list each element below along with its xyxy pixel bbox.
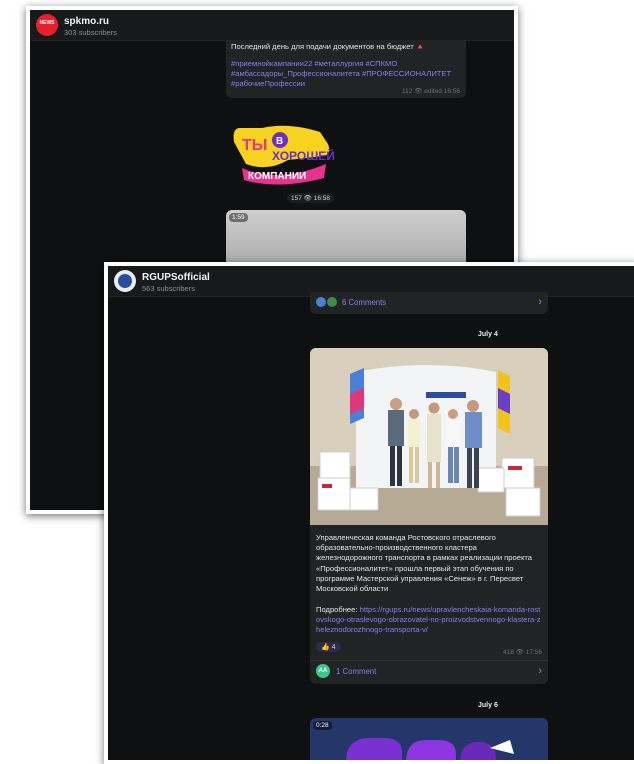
sticker-word-3: ХОРОШЕЙ: [272, 148, 335, 163]
date-separator: July 6: [478, 702, 498, 709]
reaction-count: 4: [331, 644, 336, 651]
telegram-window-rgups: RGUPSofficial 563 subscribers 6 Comments…: [104, 262, 634, 764]
sticker-word-4: КОМПАНИИ: [248, 171, 306, 182]
subscriber-count: 303 subscribers: [64, 28, 117, 37]
message-bubble[interactable]: Управленческая команда Ростовского отрас…: [310, 348, 548, 684]
sticker-word-1: ТЫ: [242, 137, 267, 154]
message-text: Последний день для подачи документов на …: [231, 42, 461, 52]
post-photo[interactable]: [310, 348, 548, 525]
message-meta: 418 👁 17:56: [503, 649, 542, 656]
video-graphic: [310, 718, 548, 760]
comments-count[interactable]: 6 Comments: [342, 298, 386, 307]
video-thumbnail[interactable]: 0:28: [310, 718, 548, 760]
more-info: Подробнее: https://rgups.ru/news/upravle…: [316, 605, 544, 636]
chevron-right-icon[interactable]: ›: [538, 296, 542, 308]
comments-strip-top[interactable]: 6 Comments ›: [310, 292, 548, 314]
divider: [310, 660, 548, 661]
commenter-avatar: AA: [316, 664, 330, 678]
flag-emoji: 🔺: [415, 42, 426, 51]
hashtags[interactable]: #приемнойкампании22 #металлургия #СПКМО …: [231, 59, 461, 90]
channel-name[interactable]: spkmo.ru: [64, 16, 109, 27]
date-separator: July 4: [478, 331, 498, 338]
chat-header[interactable]: NEWS spkmo.ru 303 subscribers: [30, 10, 514, 41]
thumbs-up-icon: 👍: [321, 644, 330, 651]
avatar-text: NEWS: [39, 20, 55, 26]
message-bubble[interactable]: Последний день для подачи документов на …: [226, 40, 466, 98]
sticker-graphic: ТЫ В ХОРОШЕЙ КОМПАНИИ: [233, 125, 335, 185]
message-text: Управленческая команда Ростовского отрас…: [316, 533, 532, 594]
video-thumbnail[interactable]: 1:59: [226, 210, 466, 270]
message-meta: 112 👁 edited 16:56: [401, 88, 460, 95]
commenter-avatar: [316, 297, 326, 307]
comments-count[interactable]: 1 Comment: [336, 667, 376, 676]
channel-avatar[interactable]: [114, 270, 136, 292]
more-label: Подробнее:: [316, 605, 360, 614]
chevron-right-icon[interactable]: ›: [538, 665, 542, 677]
sticker-meta: 157 👁 16:58: [287, 193, 334, 203]
photo-graphic: [310, 348, 548, 525]
commenter-avatar: [327, 297, 337, 307]
post-line: Последний день для подачи документов на …: [231, 42, 414, 51]
video-duration: 1:59: [229, 213, 248, 222]
sticker[interactable]: ТЫ В ХОРОШЕЙ КОМПАНИИ: [228, 120, 340, 188]
sticker-word-2: В: [276, 136, 283, 147]
subscriber-count: 563 subscribers: [142, 284, 195, 293]
channel-avatar[interactable]: NEWS: [36, 14, 58, 36]
channel-name[interactable]: RGUPSofficial: [142, 272, 210, 283]
video-duration: 0:28: [313, 721, 332, 730]
reaction-badge[interactable]: 👍 4: [316, 642, 341, 652]
comments-button[interactable]: AA 1 Comment: [316, 664, 376, 678]
